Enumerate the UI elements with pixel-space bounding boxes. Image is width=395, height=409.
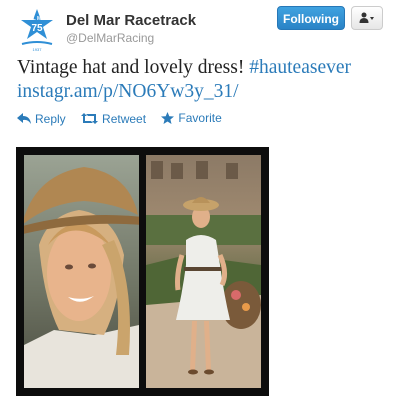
avatar-logo-text: DEL MAR <box>26 16 49 22</box>
retweet-button[interactable]: Retweet <box>81 112 146 126</box>
tweet-text: Vintage hat and lovely dress! #hauteasev… <box>17 56 387 104</box>
reply-label: Reply <box>35 111 66 126</box>
selfie-photo <box>24 155 139 388</box>
user-dropdown-icon <box>359 12 374 23</box>
tweet-url-link[interactable]: instagr.am/p/NO6Yw3y_31/ <box>17 81 239 102</box>
favorite-label: Favorite <box>178 111 222 125</box>
tweet-body: Vintage hat and lovely dress! <box>17 57 245 78</box>
avatar-logo-year: 1937 <box>33 47 43 52</box>
account-name[interactable]: Del Mar Racetrack <box>66 12 196 29</box>
reply-icon <box>17 113 31 124</box>
hashtag-link[interactable]: #hauteasever <box>249 57 351 78</box>
attached-photo[interactable] <box>16 147 269 396</box>
full-outfit-photo <box>146 155 261 388</box>
account-handle[interactable]: @DelMarRacing <box>66 31 154 45</box>
retweet-icon <box>81 113 99 124</box>
avatar-logo-number: 75 <box>31 23 43 34</box>
star-icon <box>161 112 175 124</box>
following-button[interactable]: Following <box>277 6 345 30</box>
user-actions-button[interactable] <box>351 6 383 30</box>
favorite-button[interactable]: Favorite <box>161 111 222 125</box>
account-avatar[interactable]: DEL MAR 75 1937 <box>17 7 57 53</box>
retweet-label: Retweet <box>102 111 147 126</box>
reply-button[interactable]: Reply <box>17 112 66 126</box>
tweet-actions: Reply Retweet Favorite <box>17 111 234 127</box>
